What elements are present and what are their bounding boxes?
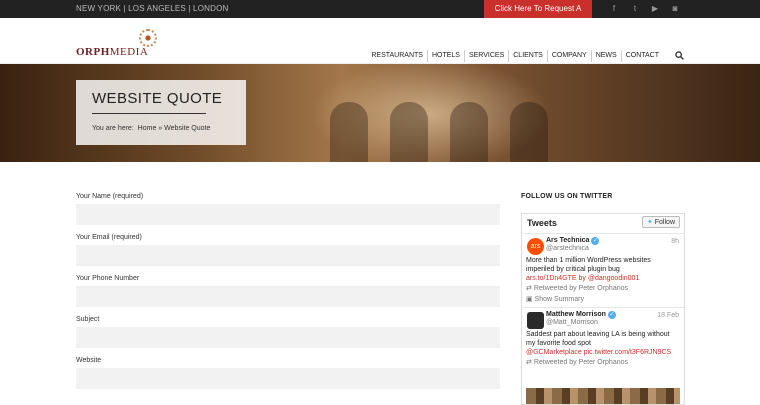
verified-icon: ✓ <box>591 237 600 245</box>
sidebar-heading: FOLLOW US ON TWITTER <box>521 193 613 200</box>
breadcrumb-current: Website Quote <box>164 125 211 132</box>
instagram-icon[interactable]: ◙ <box>669 3 681 15</box>
retweet-icon: ⇄ <box>526 359 532 366</box>
locations-text: NEW YORK | LOS ANGELES | LONDON <box>76 4 229 13</box>
tweet-author[interactable]: Ars Technica <box>546 237 589 244</box>
twitter-bird-icon: ✦ <box>646 219 653 226</box>
ars-avatar[interactable]: ars <box>527 238 544 255</box>
twitter-widget-header: Tweets ✦ Follow <box>522 214 684 234</box>
nav-news[interactable]: NEWS <box>592 50 622 62</box>
title-divider <box>92 113 206 114</box>
main-nav: RESTAURANTS HOTELS SERVICES CLIENTS COMP… <box>367 50 684 62</box>
youtube-icon[interactable]: ▶ <box>649 3 661 15</box>
tweet-item: ars Ars Technica ✓ 8h @arstechnica More t… <box>522 234 684 308</box>
facebook-icon[interactable]: f <box>608 3 620 15</box>
sun-logo-icon <box>139 29 157 47</box>
phone-label: Your Phone Number <box>76 275 140 282</box>
tweet-item: Matthew Morrison ✓ 18 Feb @Matt_Morrison … <box>522 308 684 370</box>
twitter-widget: Tweets ✦ Follow ars Ars Technica ✓ 8h @ar… <box>521 213 685 405</box>
nav-contact[interactable]: CONTACT <box>622 50 663 62</box>
quote-form: Your Name (required) Your Email (require… <box>76 193 500 398</box>
search-icon[interactable] <box>675 50 684 62</box>
retweet-text: Retweeted by Peter Orphanos <box>533 285 628 292</box>
verified-icon: ✓ <box>607 311 616 319</box>
matthew-avatar[interactable] <box>527 312 544 329</box>
page-title-panel: WEBSITE QUOTE You are here: Home » Websi… <box>76 80 246 145</box>
nav-company[interactable]: COMPANY <box>548 50 592 62</box>
hero-banner: WEBSITE QUOTE You are here: Home » Websi… <box>0 64 760 162</box>
subject-input[interactable] <box>76 327 500 348</box>
twitter-sidebar: FOLLOW US ON TWITTER Tweets ✦ Follow ars… <box>521 193 685 405</box>
nav-restaurants[interactable]: RESTAURANTS <box>367 50 428 62</box>
breadcrumb-separator: » <box>158 125 163 132</box>
breadcrumb: You are here: Home » Website Quote <box>92 125 211 132</box>
email-label: Your Email (required) <box>76 234 142 241</box>
hero-arch <box>510 102 548 162</box>
name-input[interactable] <box>76 204 500 225</box>
tweet-link[interactable]: ars.to/1Dn4GTE by @dangoodin001 <box>526 274 680 283</box>
nav-services[interactable]: SERVICES <box>465 50 510 62</box>
website-label: Website <box>76 357 102 364</box>
tweet-time[interactable]: 8h <box>671 238 679 245</box>
follow-button[interactable]: ✦ Follow <box>641 216 680 228</box>
hero-arch <box>330 102 368 162</box>
tweet-text: Saddest part about leaving LA is being w… <box>526 331 670 347</box>
twitter-icon[interactable]: t <box>629 3 641 15</box>
tweet-link[interactable]: @GCMarketplace pic.twitter.com/t3F6RJN9C… <box>526 348 680 357</box>
tweet-time[interactable]: 18 Feb <box>657 312 679 319</box>
tweets-title: Tweets <box>527 218 557 228</box>
retweet-icon: ⇄ <box>526 285 532 292</box>
hero-arch <box>450 102 488 162</box>
nav-clients[interactable]: CLIENTS <box>509 50 548 62</box>
retweet-text: Retweeted by Peter Orphanos <box>533 359 628 366</box>
site-logo[interactable]: ORPHMEDIA <box>76 29 157 58</box>
breadcrumb-home-link[interactable]: Home <box>138 125 157 132</box>
tweet-media-image[interactable] <box>526 388 680 404</box>
website-input[interactable] <box>76 368 500 389</box>
summary-icon: ▣ <box>526 296 533 303</box>
subject-label: Subject <box>76 316 100 323</box>
email-input[interactable] <box>76 245 500 266</box>
name-label: Your Name (required) <box>76 193 144 200</box>
nav-hotels[interactable]: HOTELS <box>428 50 465 62</box>
tweet-text: More than 1 million WordPress websites i… <box>526 257 651 273</box>
phone-input[interactable] <box>76 286 500 307</box>
tweet-handle[interactable]: @arstechnica <box>546 245 680 252</box>
tweet-handle[interactable]: @Matt_Morrison <box>546 319 680 326</box>
show-summary-link[interactable]: Show Summary <box>535 296 584 303</box>
tweet-author[interactable]: Matthew Morrison <box>546 311 606 318</box>
top-bar: NEW YORK | LOS ANGELES | LONDON Click He… <box>0 0 760 31</box>
hero-arch <box>390 102 428 162</box>
page-title: WEBSITE QUOTE <box>92 90 223 107</box>
site-header: ORPHMEDIA RESTAURANTS HOTELS SERVICES CL… <box>0 18 760 64</box>
request-quote-button[interactable]: Click Here To Request A Quote <box>484 0 592 31</box>
